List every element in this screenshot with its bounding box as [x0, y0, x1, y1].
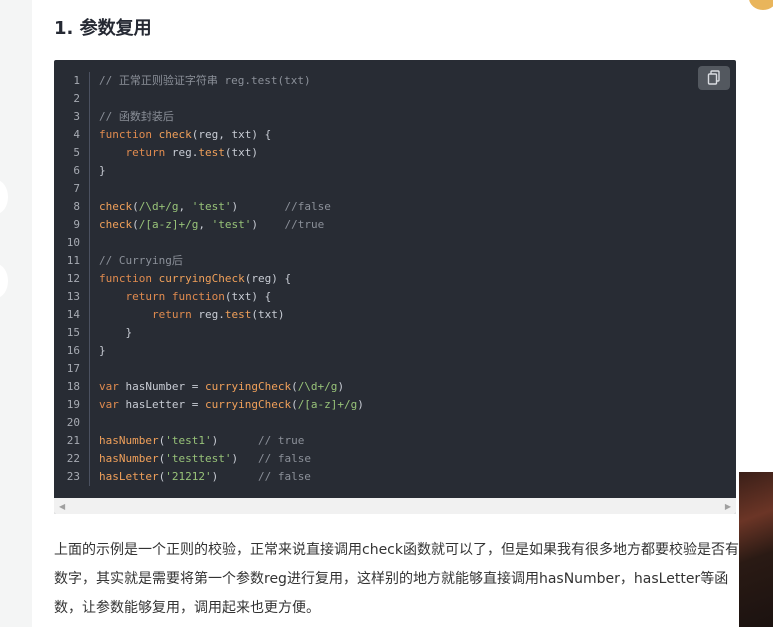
code-line: 10: [54, 234, 736, 252]
code-text: function check(reg, txt) {: [99, 128, 272, 141]
line-number: 10: [66, 236, 80, 249]
section-heading: 1. 参数复用: [54, 18, 152, 39]
code-text: check(/\d+/g, 'test') //false: [99, 200, 331, 213]
code-line: 13 return function(txt) {: [54, 288, 736, 306]
code-line: 15 }: [54, 324, 736, 342]
line-number: 13: [66, 290, 80, 303]
code-line: 12 function curryingCheck(reg) {: [54, 270, 736, 288]
avatar[interactable]: [747, 0, 773, 12]
code-line: 3 // 函数封装后: [54, 108, 736, 126]
side-action-button[interactable]: [0, 264, 8, 298]
code-text: hasNumber('testtest') // false: [99, 452, 311, 465]
line-number: 5: [73, 146, 80, 159]
code-text: hasNumber('test1') // true: [99, 434, 305, 447]
line-number: 2: [73, 92, 80, 105]
code-line: 18 var hasNumber = curryingCheck(/\d+/g): [54, 378, 736, 396]
code-line: 23 hasLetter('21212') // false: [54, 468, 736, 486]
code-text: return reg.test(txt): [151, 308, 285, 321]
code-text: return function(txt) {: [125, 290, 272, 303]
horizontal-scrollbar[interactable]: ◀ ▶: [54, 498, 736, 514]
line-number: 3: [73, 110, 80, 123]
scroll-left-icon[interactable]: ◀: [59, 502, 65, 511]
line-number: 17: [66, 362, 80, 375]
code-text: // Currying后: [99, 254, 183, 267]
code-line: 11 // Currying后: [54, 252, 736, 270]
line-number: 21: [66, 434, 80, 447]
line-number: 11: [66, 254, 80, 267]
line-number: 9: [73, 218, 80, 231]
code-text: // 正常正则验证字符串 reg.test(txt): [99, 74, 311, 87]
code-text: var hasLetter = curryingCheck(/[a-z]+/g): [99, 398, 364, 411]
scroll-right-icon[interactable]: ▶: [725, 502, 731, 511]
code-line: 20: [54, 414, 736, 432]
code-line: 4 function check(reg, txt) {: [54, 126, 736, 144]
code-block: 1// 正常正则验证字符串 reg.test(txt) 2 3// 函数封装后 4 fu…: [54, 60, 736, 514]
code-text: var hasNumber = curryingCheck(/\d+/g): [99, 380, 345, 393]
code-line: 2: [54, 90, 736, 108]
code-text: }: [99, 344, 106, 357]
code-line: 7: [54, 180, 736, 198]
code-line: 17: [54, 360, 736, 378]
code-line: 22 hasNumber('testtest') // false: [54, 450, 736, 468]
code-line: 16}: [54, 342, 736, 360]
line-number: 22: [66, 452, 80, 465]
line-number: 6: [73, 164, 80, 177]
line-number: 7: [73, 182, 80, 195]
left-sidebar-fragment: [0, 180, 8, 310]
line-number: 12: [66, 272, 80, 285]
side-action-button[interactable]: [0, 180, 8, 214]
code-line: 1 // 正常正则验证字符串 reg.test(txt): [54, 72, 736, 90]
code-text: // 函数封装后: [99, 110, 174, 123]
line-number: 23: [66, 470, 80, 483]
article-content: 1. 参数复用 1// 正常正则验证字符串 reg.test(txt) 2 3// …: [32, 0, 773, 627]
line-number: 14: [66, 308, 80, 321]
code-line: 19 var hasLetter = curryingCheck(/[a-z]+/…: [54, 396, 736, 414]
video-thumbnail[interactable]: [739, 472, 773, 627]
line-number: 15: [66, 326, 80, 339]
code-line: 5 return reg.test(txt): [54, 144, 736, 162]
code-line: 14 return reg.test(txt): [54, 306, 736, 324]
line-number: 19: [66, 398, 80, 411]
code-text: return reg.test(txt): [125, 146, 259, 159]
code-line: 9 check(/[a-z]+/g, 'test') //true: [54, 216, 736, 234]
code-line: 6}: [54, 162, 736, 180]
code-line: 21 hasNumber('test1') // true: [54, 432, 736, 450]
code-text: }: [99, 164, 106, 177]
line-number: 4: [73, 128, 80, 141]
code-lines: 1// 正常正则验证字符串 reg.test(txt) 2 3// 函数封装后 4 fu…: [54, 72, 736, 486]
code-text: check(/[a-z]+/g, 'test') //true: [99, 218, 325, 231]
code-text: hasLetter('21212') // false: [99, 470, 311, 483]
body-paragraph: 上面的示例是一个正则的校验，正常来说直接调用check函数就可以了，但是如果我有…: [54, 542, 739, 616]
line-number: 8: [73, 200, 80, 213]
line-number: 1: [73, 74, 80, 87]
line-number: 20: [66, 416, 80, 429]
line-number: 18: [66, 380, 80, 393]
code-text: function curryingCheck(reg) {: [99, 272, 292, 285]
code-line: 8 check(/\d+/g, 'test') //false: [54, 198, 736, 216]
line-number: 16: [66, 344, 80, 357]
code-text: }: [99, 326, 133, 339]
